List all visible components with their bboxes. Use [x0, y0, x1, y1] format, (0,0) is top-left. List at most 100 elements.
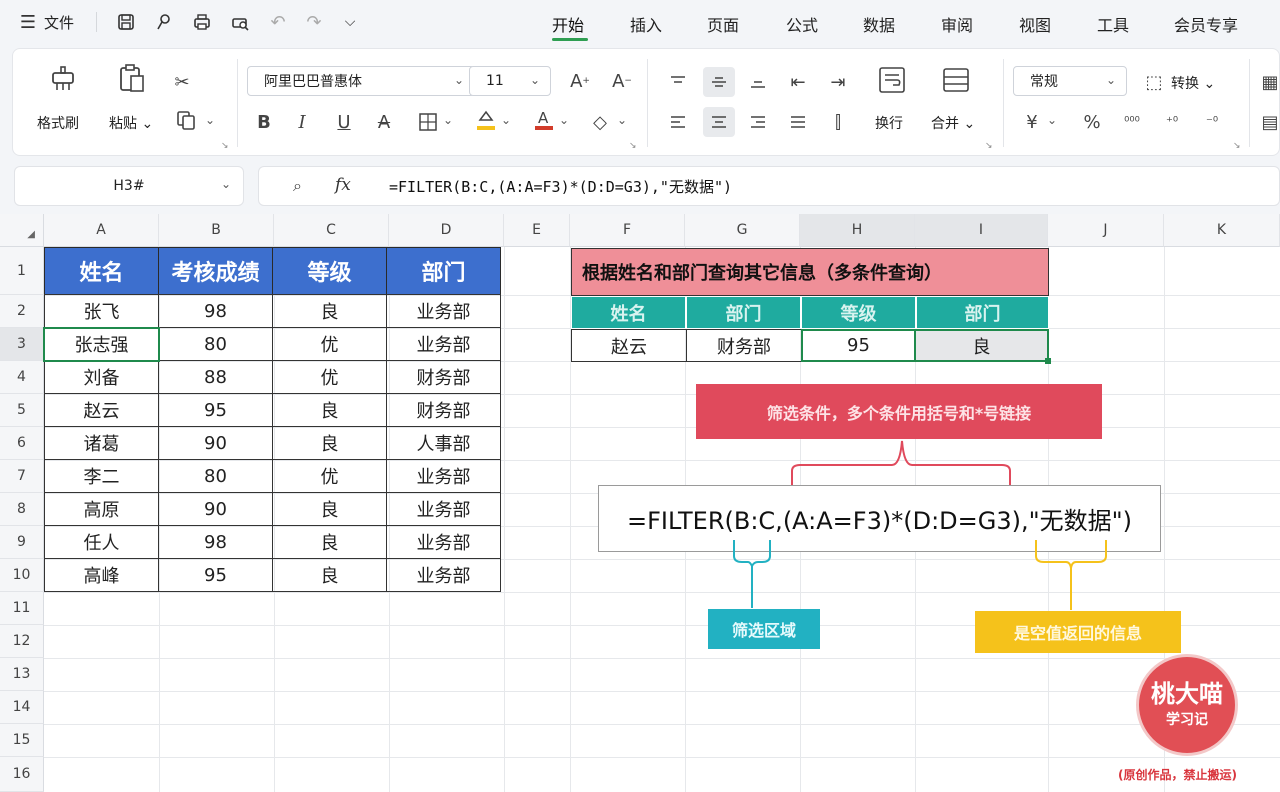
align-center-icon[interactable]	[703, 107, 735, 137]
wrap-text-icon[interactable]	[877, 65, 907, 102]
increase-indent-icon[interactable]: ⇥	[825, 69, 851, 95]
row-header[interactable]: 2	[0, 295, 44, 328]
row-header[interactable]: 10	[0, 559, 44, 592]
italic-icon[interactable]: I	[289, 109, 315, 135]
cut-icon[interactable]: ✂	[169, 69, 195, 95]
table-cell[interactable]: 业务部	[386, 327, 501, 361]
eraser-icon[interactable]: ◇	[587, 109, 613, 135]
table-cell[interactable]: 人事部	[386, 426, 501, 460]
tab-home[interactable]: 开始	[552, 12, 584, 36]
row-header[interactable]: 16	[0, 757, 44, 792]
column-header-b[interactable]: B	[159, 214, 274, 247]
table-cell[interactable]: 良	[272, 426, 387, 460]
column-header-g[interactable]: G	[685, 214, 800, 247]
align-top-icon[interactable]	[665, 69, 691, 95]
column-header-j[interactable]: J	[1048, 214, 1164, 247]
table-cell[interactable]: 刘备	[44, 360, 159, 394]
file-menu[interactable]: 文件	[44, 12, 74, 33]
table-cell[interactable]: 80	[158, 327, 273, 361]
align-middle-icon[interactable]	[703, 67, 735, 97]
name-box[interactable]: H3# ⌄	[14, 166, 244, 206]
fill-handle[interactable]	[1045, 358, 1051, 364]
table-cell[interactable]: 业务部	[386, 294, 501, 328]
print-icon[interactable]	[190, 10, 214, 34]
table-cell[interactable]: 98	[158, 525, 273, 559]
query-value-cell[interactable]: 财务部	[686, 329, 801, 362]
align-right-icon[interactable]	[745, 109, 771, 135]
column-header-h[interactable]: H	[800, 214, 915, 247]
table-cell[interactable]: 优	[272, 360, 387, 394]
row-header[interactable]: 1	[0, 247, 44, 295]
function-icon[interactable]: fx	[335, 175, 351, 195]
zoom-icon[interactable]: ⌕	[293, 176, 302, 196]
merge-icon[interactable]	[941, 65, 971, 102]
cloud-sync-icon[interactable]	[152, 10, 176, 34]
table-header-cell[interactable]: 姓名	[44, 247, 159, 295]
table-cell[interactable]: 诸葛	[44, 426, 159, 460]
column-header-d[interactable]: D	[389, 214, 504, 247]
decrease-indent-icon[interactable]: ⇤	[785, 69, 811, 95]
table-cell[interactable]: 良	[272, 294, 387, 328]
row-header[interactable]: 9	[0, 526, 44, 559]
table-cell[interactable]: 良	[272, 558, 387, 592]
redo-icon[interactable]: ↷	[302, 10, 326, 34]
table-cell[interactable]: 优	[272, 459, 387, 493]
table-cell[interactable]: 李二	[44, 459, 159, 493]
font-name-select[interactable]: 阿里巴巴普惠体 ⌄	[247, 66, 475, 96]
row-header[interactable]: 12	[0, 625, 44, 658]
font-launcher-icon[interactable]: ↘	[629, 141, 637, 151]
row-header[interactable]: 7	[0, 460, 44, 493]
table-header-cell[interactable]: 考核成绩	[158, 247, 273, 295]
font-color-chevron-icon[interactable]: ⌄	[559, 113, 569, 127]
query-header-cell[interactable]: 等级	[801, 296, 916, 329]
thousands-icon[interactable]: ⁰⁰⁰	[1119, 109, 1145, 135]
copy-icon[interactable]	[173, 107, 199, 133]
column-header-i[interactable]: I	[915, 214, 1048, 247]
query-header-cell[interactable]: 姓名	[571, 296, 686, 329]
justify-icon[interactable]	[785, 109, 811, 135]
row-header[interactable]: 11	[0, 592, 44, 625]
underline-icon[interactable]: U	[331, 109, 357, 135]
table-cell[interactable]: 业务部	[386, 459, 501, 493]
bold-icon[interactable]: B	[251, 109, 277, 135]
query-result-cell-i3[interactable]: 良	[916, 329, 1049, 362]
table-cell[interactable]: 高峰	[44, 558, 159, 592]
format-painter-icon[interactable]	[49, 63, 77, 100]
increase-font-icon[interactable]: A +	[567, 68, 593, 94]
cell-style-icon[interactable]: ▤	[1257, 109, 1280, 135]
column-header-c[interactable]: C	[274, 214, 389, 247]
convert-button[interactable]: 转换 ⌄	[1171, 73, 1215, 93]
border-chevron-icon[interactable]: ⌄	[443, 113, 453, 127]
eraser-chevron-icon[interactable]: ⌄	[617, 113, 627, 127]
decrease-decimal-icon[interactable]: ⁻⁰	[1199, 109, 1225, 135]
table-cell[interactable]: 张志强	[44, 327, 159, 361]
table-cell[interactable]: 98	[158, 294, 273, 328]
format-painter-button[interactable]: 格式刷	[37, 113, 79, 133]
font-size-select[interactable]: 11 ⌄	[469, 66, 551, 96]
table-cell[interactable]: 良	[272, 525, 387, 559]
row-header[interactable]: 4	[0, 361, 44, 394]
table-cell[interactable]: 高原	[44, 492, 159, 526]
tab-page[interactable]: 页面	[707, 12, 739, 36]
table-cell[interactable]: 财务部	[386, 393, 501, 427]
table-cell[interactable]: 80	[158, 459, 273, 493]
select-all-corner[interactable]: ◢	[0, 214, 44, 247]
tab-data[interactable]: 数据	[863, 12, 895, 36]
column-header-a[interactable]: A	[44, 214, 159, 247]
tab-insert[interactable]: 插入	[630, 12, 662, 36]
clipboard-launcher-icon[interactable]: ↘	[221, 141, 229, 151]
paste-button[interactable]: 粘贴 ⌄	[109, 113, 153, 133]
query-header-cell[interactable]: 部门	[916, 296, 1049, 329]
tab-member[interactable]: 会员专享	[1174, 12, 1238, 36]
table-cell[interactable]: 良	[272, 492, 387, 526]
row-header[interactable]: 8	[0, 493, 44, 526]
convert-icon[interactable]: ⬚	[1141, 69, 1167, 95]
tab-review[interactable]: 审阅	[941, 12, 973, 36]
row-header[interactable]: 3	[0, 328, 44, 361]
number-format-select[interactable]: 常规 ⌄	[1013, 66, 1127, 96]
increase-decimal-icon[interactable]: ⁺⁰	[1159, 109, 1185, 135]
fill-color-icon[interactable]	[473, 107, 499, 133]
column-header-e[interactable]: E	[504, 214, 570, 247]
border-icon[interactable]	[415, 109, 441, 135]
fill-color-chevron-icon[interactable]: ⌄	[501, 113, 511, 127]
